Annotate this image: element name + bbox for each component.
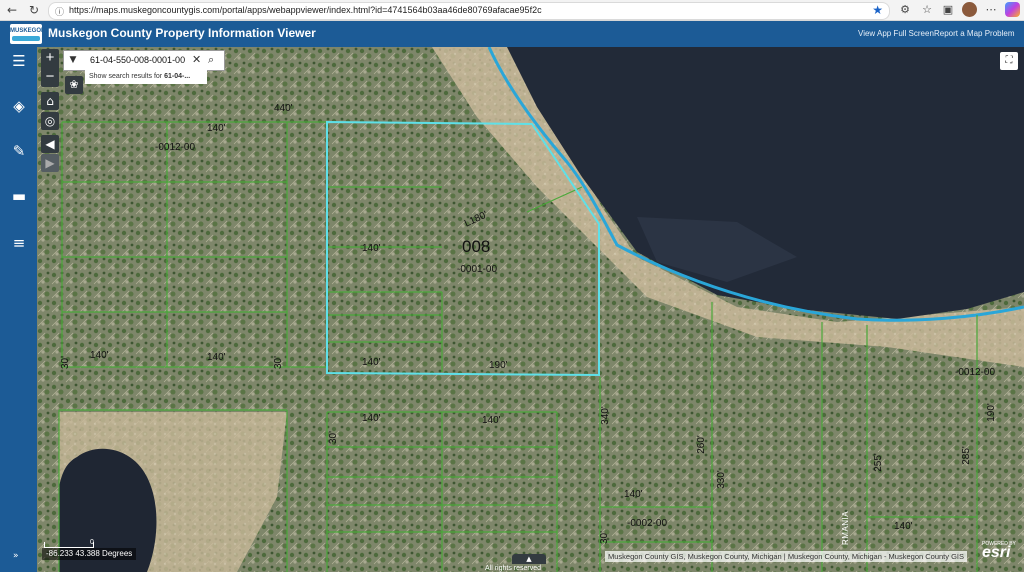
dimension-label: 260': [695, 435, 707, 454]
dimension-label: 190': [489, 360, 508, 371]
dimension-label: 140': [482, 415, 501, 426]
zoom-controls: + −: [41, 49, 59, 87]
dimension-label: 255': [872, 453, 884, 472]
profile-avatar[interactable]: [962, 2, 977, 17]
url-text[interactable]: https://maps.muskegoncountygis.com/porta…: [69, 5, 542, 15]
legend-list-icon[interactable]: ≡: [10, 234, 28, 252]
expand-panel-icon[interactable]: »: [13, 551, 19, 561]
dimension-label: 30': [60, 355, 72, 370]
favorites-icon[interactable]: ☆: [920, 3, 934, 17]
dimension-label: 440': [274, 103, 293, 114]
dimension-label: 190': [985, 403, 997, 422]
esri-logo: POWERED BY esri: [982, 541, 1016, 561]
dimension-label: 140': [362, 413, 381, 424]
dimension-label: 30': [273, 355, 285, 370]
app-title: Muskegon County Property Information Vie…: [48, 26, 316, 40]
dimension-label: 140': [207, 123, 226, 134]
dimension-label: 140': [207, 352, 226, 363]
search-icon[interactable]: ⌕: [208, 53, 214, 67]
coordinate-readout: -86.233 43.388 Degrees: [42, 548, 137, 560]
dimension-label: 30': [328, 430, 340, 445]
search-source-dropdown-icon[interactable]: ▼: [64, 51, 82, 70]
dimension-label: 285': [960, 446, 972, 465]
clear-search-icon[interactable]: ✕: [192, 53, 201, 66]
scale-label: 0: [90, 539, 94, 546]
dimension-label: 140': [362, 243, 381, 254]
attribution-text: Muskegon County GIS, Muskegon County, Mi…: [608, 552, 965, 561]
browser-toolbar: ← ↻ ⓘ https://maps.muskegoncountygis.com…: [0, 0, 1024, 21]
parcel-id-label: -0002-00: [627, 518, 668, 529]
coordinate-text: -86.233 43.388 Degrees: [46, 549, 133, 558]
aerial-imagery: [37, 47, 1024, 572]
dimension-label: 140': [362, 357, 381, 368]
parcel-number-label[interactable]: 008: [462, 237, 490, 257]
attribute-table-toggle[interactable]: ▲: [512, 554, 546, 564]
back-icon[interactable]: ←: [4, 2, 20, 18]
parcel-id-label: -0001-00: [457, 264, 498, 275]
extensions-icon[interactable]: ⚙: [898, 3, 912, 17]
rights-text: All rights reserved: [485, 565, 542, 572]
measure-ruler-icon[interactable]: ✎: [10, 142, 28, 160]
search-widget: ▼ 61-04-550-008-0001-00 ✕ ⌕: [63, 50, 225, 71]
zoom-in-button[interactable]: +: [41, 49, 59, 68]
app-header: MUSKEGON Muskegon County Property Inform…: [0, 21, 1024, 47]
basemap-layers-icon[interactable]: ◈: [10, 97, 28, 115]
dimension-label: 140': [90, 350, 109, 361]
search-suggestion[interactable]: Show search results for 61-04-...: [85, 70, 207, 84]
more-menu-icon[interactable]: ⋯: [984, 3, 998, 17]
report-problem-link[interactable]: Report a Map Problem: [934, 29, 1014, 38]
layer-list-icon[interactable]: ☰: [10, 52, 28, 70]
next-extent-icon[interactable]: ▶: [41, 154, 59, 172]
dimension-label: 330': [715, 470, 727, 489]
parcel-id-label: -0012-00: [155, 142, 196, 153]
street-name-label: RMANIA: [841, 510, 850, 545]
dimension-label: 340': [599, 406, 611, 425]
favorite-star-icon[interactable]: ★: [872, 3, 883, 17]
previous-extent-icon[interactable]: ◀: [41, 135, 59, 153]
county-logo: MUSKEGON: [10, 24, 42, 44]
comment-icon[interactable]: ▬: [10, 187, 28, 205]
copilot-icon[interactable]: [1005, 2, 1020, 17]
my-location-icon[interactable]: ◎: [41, 112, 59, 130]
collections-icon[interactable]: ▣: [941, 3, 955, 17]
map-attribution: Muskegon County GIS, Muskegon County, Mi…: [605, 551, 968, 562]
site-info-icon[interactable]: ⓘ: [55, 5, 64, 18]
view-full-screen-link[interactable]: View App Full Screen: [858, 29, 934, 38]
refresh-icon[interactable]: ↻: [26, 2, 42, 18]
map-view[interactable]: 440' 140' 140' 140' 140' 190' 30' 140' 3…: [37, 47, 1024, 572]
dimension-label: 140': [624, 489, 643, 500]
left-toolbar: ☰ ◈ ✎ ▬ ≡ »: [0, 47, 37, 572]
address-bar[interactable]: ⓘ https://maps.muskegoncountygis.com/por…: [48, 2, 890, 20]
home-icon[interactable]: ⌂: [41, 92, 59, 110]
dimension-label: 30': [599, 530, 611, 545]
zoom-out-button[interactable]: −: [41, 68, 59, 87]
dimension-label: 140': [894, 521, 913, 532]
search-input[interactable]: 61-04-550-008-0001-00: [90, 55, 185, 65]
parcel-id-label: -0012-00: [955, 367, 996, 378]
basemap-gallery-icon[interactable]: ❀: [65, 76, 83, 94]
fullscreen-icon[interactable]: ⛶: [1000, 52, 1018, 70]
